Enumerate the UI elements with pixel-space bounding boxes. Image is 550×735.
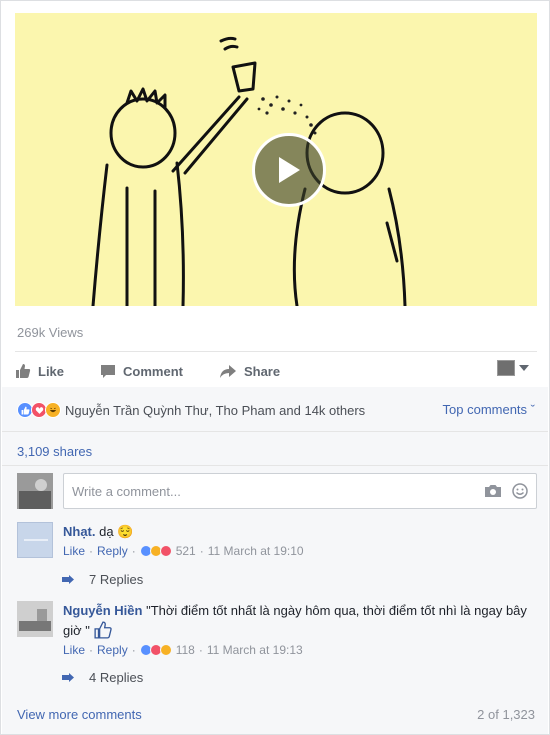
commenter-avatar[interactable] [17, 601, 53, 637]
replies-label: 7 Replies [89, 572, 144, 587]
comment-body: Nguyễn Hiền "Thời điểm tốt nhất là ngày … [63, 601, 533, 641]
chevron-down-icon [519, 365, 529, 371]
post-actions: Like Comment Share [15, 358, 537, 384]
reaction-count[interactable]: 118 [176, 643, 195, 657]
view-more-comments-link[interactable]: View more comments [17, 707, 142, 722]
reaction-count[interactable]: 521 [176, 544, 196, 558]
video-post-card: 269k Views Like Comment Share Nguyễn Trầ… [0, 0, 550, 735]
like-icon [16, 364, 31, 378]
comment-input[interactable] [72, 483, 474, 499]
view-count: 269k Views [17, 325, 84, 340]
share-label: Share [243, 363, 281, 379]
reply-arrow-icon [62, 673, 74, 682]
divider [2, 465, 548, 466]
comment-time[interactable]: 11 March at 19:10 [208, 544, 304, 558]
comment-like-link[interactable]: Like [63, 643, 85, 657]
comment-count: 2 of 1,323 [477, 707, 535, 722]
video-player[interactable] [15, 13, 537, 306]
comment-field[interactable] [63, 473, 537, 509]
top-comments-dropdown[interactable]: Top comments ˇ [443, 402, 535, 417]
comment-meta: Like · Reply · 521 · 11 March at 19:10 [63, 544, 304, 558]
comment-author[interactable]: Nguyễn Hiền [63, 603, 142, 618]
current-user-avatar [17, 473, 53, 509]
play-button[interactable] [252, 133, 326, 207]
divider [15, 351, 537, 352]
comment-label: Comment [123, 363, 183, 379]
share-button[interactable]: Share [219, 364, 280, 379]
sticker-icon[interactable] [512, 483, 528, 499]
reaction-icons [17, 402, 61, 418]
share-icon [219, 364, 236, 378]
comment-time[interactable]: 11 March at 19:13 [207, 643, 303, 657]
reaction-names[interactable]: Nguyễn Trần Quỳnh Thư, Tho Pham and 14k … [65, 403, 365, 418]
thumbs-up-icon [93, 621, 112, 639]
love-reaction-icon [159, 545, 172, 557]
commenter-avatar[interactable] [17, 522, 53, 558]
comment-composer [17, 473, 537, 509]
comment-body: Nhạt. dạ 😌 [63, 522, 533, 542]
view-replies-link[interactable]: 7 Replies [61, 572, 143, 587]
reply-arrow-icon [62, 575, 74, 584]
relieved-emoji: 😌 [117, 524, 134, 539]
comment-like-link[interactable]: Like [63, 544, 85, 558]
divider [2, 431, 548, 432]
comment-button[interactable]: Comment [100, 364, 183, 379]
page-avatar [497, 360, 515, 376]
shares-link[interactable]: 3,109 shares [17, 444, 92, 459]
like-label: Like [38, 363, 65, 379]
post-as-selector[interactable] [497, 360, 529, 376]
view-replies-link[interactable]: 4 Replies [61, 670, 143, 685]
camera-icon[interactable] [484, 484, 502, 498]
sad-reaction-icon [159, 644, 172, 656]
haha-reaction-icon [45, 402, 61, 418]
comment-text: dạ [99, 524, 114, 539]
play-icon [279, 157, 300, 183]
like-button[interactable]: Like [15, 363, 64, 379]
comment-meta: Like · Reply · 118 · 11 March at 19:13 [63, 643, 303, 657]
replies-label: 4 Replies [89, 670, 144, 685]
comment-icon [101, 364, 116, 378]
comment-author[interactable]: Nhạt. [63, 524, 96, 539]
comment-reply-link[interactable]: Reply [97, 544, 128, 558]
comment-reply-link[interactable]: Reply [97, 643, 128, 657]
